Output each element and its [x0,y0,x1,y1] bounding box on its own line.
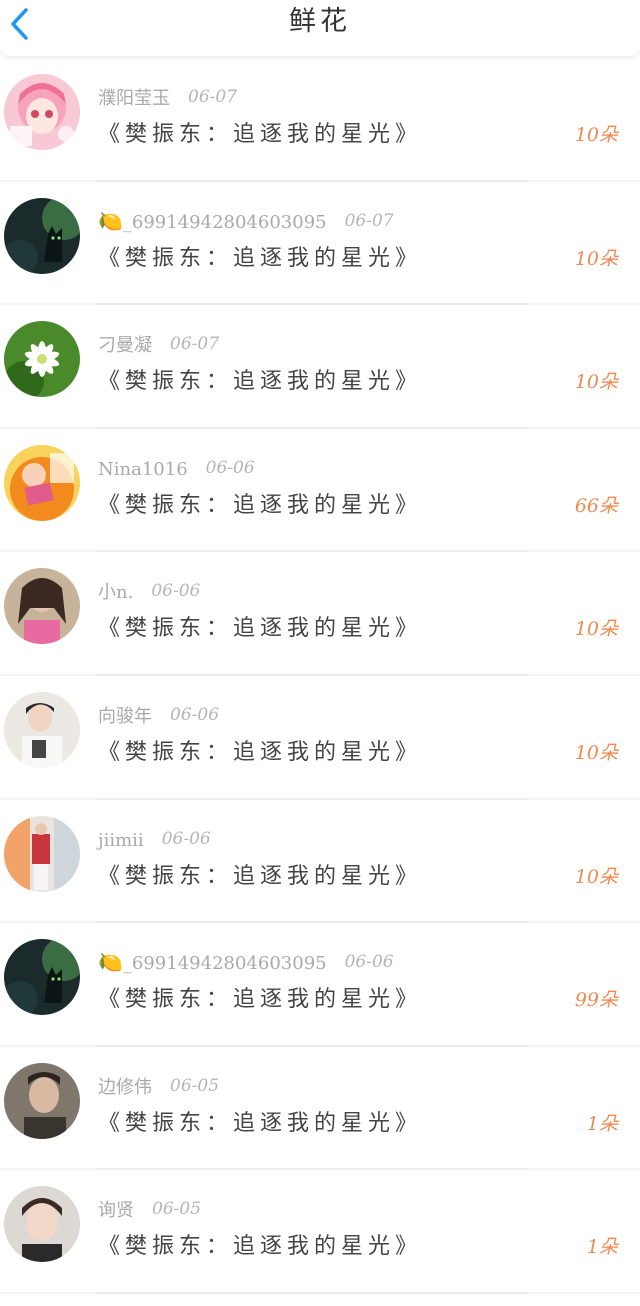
avatar[interactable] [4,939,80,1016]
username: jiimii [98,829,144,851]
flower-amount: 10朵 [574,741,618,764]
date: 06-07 [188,87,238,107]
flower-list: 濮阳莹玉 06-07 《樊振东：追逐我的星光》 10朵 🍋_6991494280… [0,58,640,1294]
username: 濮阳莹玉 [98,88,170,109]
book-title: 《樊振东：追逐我的星光》 [98,492,423,518]
flower-amount: 10朵 [574,247,618,270]
divider [96,1291,528,1294]
item-meta: jiimii 06-06 [98,826,211,852]
list-item[interactable]: jiimii 06-06 《樊振东：追逐我的星光》 10朵 [0,800,640,924]
book-title: 《樊振东：追逐我的星光》 [98,1234,423,1260]
book-title: 《樊振东：追逐我的星光》 [98,1110,423,1136]
flower-amount: 10朵 [574,618,618,641]
flower-amount: 99朵 [574,989,618,1012]
top-bar: 鲜花 [0,0,640,56]
username: 小n. [98,582,134,604]
avatar[interactable] [4,74,80,150]
avatar[interactable] [4,691,80,768]
list-item[interactable]: 小n. 06-06 《樊振东：追逐我的星光》 10朵 [0,552,640,676]
flower-amount: 10朵 [574,124,618,146]
list-item[interactable]: 向骏年 06-06 《樊振东：追逐我的星光》 10朵 [0,676,640,800]
avatar[interactable] [4,815,80,892]
item-meta: 濮阳莹玉 06-07 [98,84,237,110]
avatar[interactable] [4,1062,80,1139]
book-title: 《樊振东：追逐我的星光》 [98,616,423,642]
avatar[interactable] [4,197,80,274]
date: 06-06 [151,581,201,602]
book-title: 《樊振东：追逐我的星光》 [98,245,423,271]
avatar[interactable] [4,321,80,398]
username: 边修伟 [98,1076,152,1098]
date: 06-07 [170,334,220,355]
avatar[interactable] [4,568,80,645]
username: 🍋_6991494280460309​5 [98,950,327,975]
page-title: 鲜花 [289,6,351,37]
book-title: 《樊振东：追逐我的星光》 [98,369,423,395]
item-meta: 询贤 06-05 [98,1196,201,1222]
list-item[interactable]: Nina1016 06-06 《樊振东：追逐我的星光》 66朵 [0,429,640,553]
lemon-icon: 🍋 [98,208,123,233]
item-meta: 向骏年 06-06 [98,702,219,728]
date: 06-06 [161,828,211,849]
date: 06-06 [205,457,255,478]
list-item[interactable]: 濮阳莹玉 06-07 《樊振东：追逐我的星光》 10朵 [0,58,640,182]
item-meta: 🍋_6991494280460309​5 06-06 [98,949,394,975]
lemon-icon: 🍋 [98,950,123,975]
book-title: 《樊振东：追逐我的星光》 [98,739,423,765]
flower-amount: 66朵 [574,494,618,517]
list-item[interactable]: 🍋_6991494280460309​5 06-06 《樊振东：追逐我的星光》 … [0,923,640,1047]
item-meta: Nina1016 06-06 [98,455,255,481]
flower-amount: 10朵 [574,371,618,394]
avatar[interactable] [4,444,80,521]
date: 06-05 [170,1075,220,1096]
username: 🍋_6991494280460309​5 [98,208,327,233]
item-meta: 小n. 06-06 [98,578,200,604]
book-title: 《樊振东：追逐我的星光》 [98,863,423,889]
item-meta: 🍋_6991494280460309​5 06-07 [98,208,394,234]
item-meta: 边修伟 06-05 [98,1073,219,1099]
username: 向骏年 [98,705,152,727]
item-meta: 刁曼凝 06-07 [98,331,219,357]
flower-amount: 10朵 [574,865,618,888]
list-item[interactable]: 边修伟 06-05 《樊振东：追逐我的星光》 1朵 [0,1047,640,1171]
date: 06-06 [344,952,394,973]
avatar[interactable] [4,1186,80,1263]
list-item[interactable]: 🍋_6991494280460309​5 06-07 《樊振东：追逐我的星光》 … [0,182,640,306]
date: 06-06 [170,704,220,725]
date: 06-05 [152,1199,202,1220]
book-title: 《樊振东：追逐我的星光》 [98,122,423,147]
username: 刁曼凝 [98,335,152,357]
flower-amount: 1朵 [586,1236,618,1259]
date: 06-07 [344,210,394,231]
username: Nina1016 [98,458,188,480]
flower-amount: 1朵 [586,1112,618,1135]
list-item[interactable]: 询贤 06-05 《樊振东：追逐我的星光》 1朵 [0,1170,640,1294]
book-title: 《樊振东：追逐我的星光》 [98,987,423,1013]
username: 询贤 [98,1200,134,1222]
list-item[interactable]: 刁曼凝 06-07 《樊振东：追逐我的星光》 10朵 [0,305,640,429]
